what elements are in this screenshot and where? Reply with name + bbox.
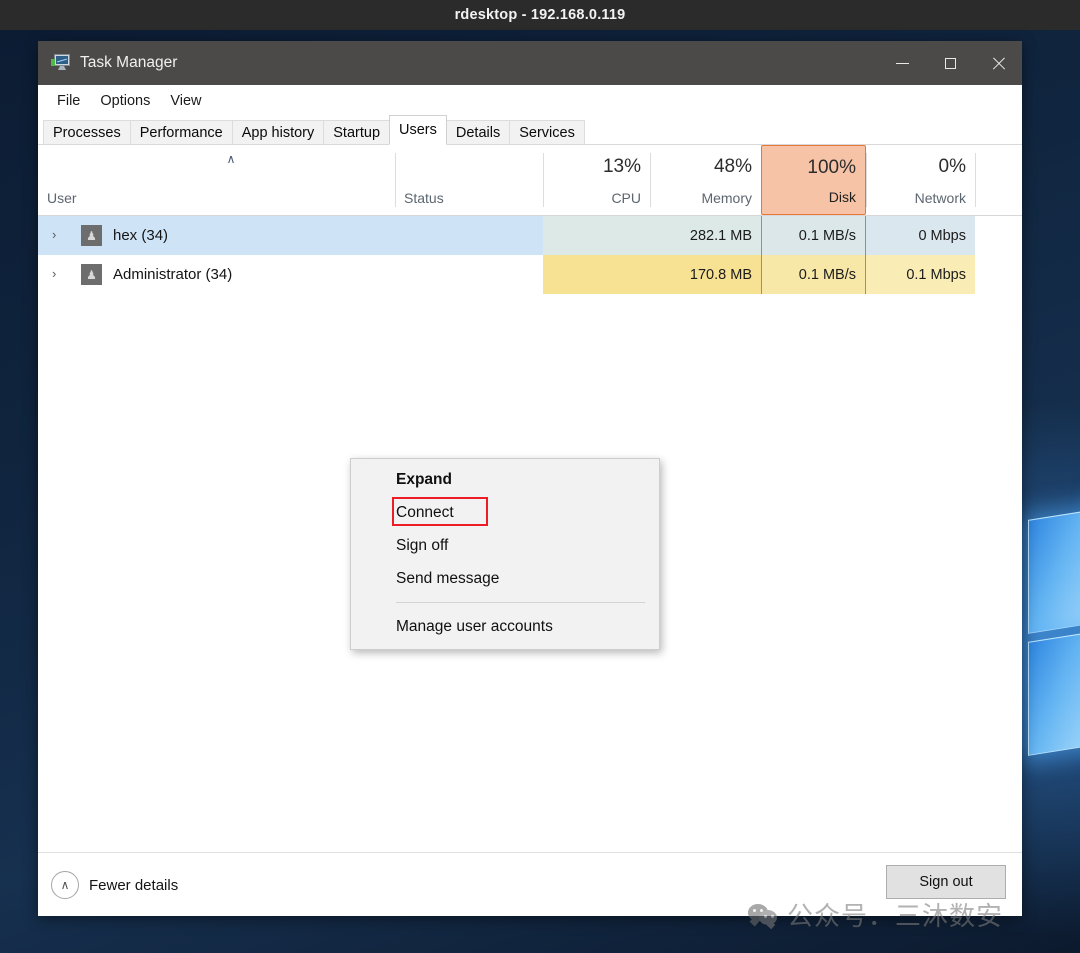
tab-bar: Processes Performance App history Startu… (38, 115, 1022, 145)
menu-bar: File Options View (38, 85, 1022, 116)
cell-memory: 282.1 MB (650, 216, 761, 255)
column-value-memory: 48% (713, 156, 752, 177)
row-user-area[interactable]: › ♟ hex (34) (38, 216, 543, 255)
user-avatar-icon: ♟ (81, 264, 102, 285)
table-header: ∧ User Status 13% CPU 48% Memory 100% Di… (38, 145, 1022, 216)
tab-app-history[interactable]: App history (231, 120, 325, 144)
cell-memory: 170.8 MB (650, 255, 761, 294)
column-label-status: Status (404, 190, 444, 206)
user-name-label: Administrator (34) (113, 266, 233, 283)
sign-out-button[interactable]: Sign out (886, 865, 1006, 899)
fewer-details-label: Fewer details (89, 876, 179, 894)
column-header-memory[interactable]: 48% Memory (650, 145, 761, 215)
column-label-disk: Disk (828, 189, 856, 205)
screen: rdesktop - 192.168.0.119 Task Manager Fi… (0, 0, 1080, 953)
wechat-icon (748, 903, 778, 927)
context-menu-item-send-message[interactable]: Send message (351, 562, 659, 595)
column-header-user[interactable]: ∧ User (38, 145, 395, 215)
task-manager-icon (51, 54, 71, 72)
cell-cpu (543, 255, 650, 294)
connect-highlight-box (392, 497, 488, 526)
context-menu-item-expand[interactable]: Expand (351, 463, 659, 496)
menu-view[interactable]: View (160, 90, 211, 112)
watermark: 公众号．三沐数安 (748, 896, 1003, 933)
context-menu: Expand Connect Sign off Send message Man… (350, 458, 660, 650)
task-manager-titlebar[interactable]: Task Manager (38, 41, 1022, 85)
user-avatar-icon: ♟ (81, 225, 102, 246)
menu-options[interactable]: Options (90, 90, 160, 112)
tab-services[interactable]: Services (509, 120, 585, 144)
chevron-up-circle-icon: ∧ (51, 871, 79, 899)
column-value-disk: 100% (807, 157, 856, 178)
table-body: › ♟ hex (34) 282.1 MB 0.1 MB/s 0 Mbps › … (38, 216, 1022, 794)
menu-file[interactable]: File (47, 90, 90, 112)
row-user-area[interactable]: › ♟ Administrator (34) (38, 255, 543, 294)
context-menu-item-connect[interactable]: Connect (351, 496, 659, 529)
windows-logo-wallpaper (1028, 496, 1080, 850)
logo-pane-1 (1028, 509, 1080, 634)
logo-pane-3 (1028, 631, 1080, 756)
tab-startup[interactable]: Startup (323, 120, 391, 144)
context-menu-separator (396, 602, 645, 603)
wallpaper-left-gradient (0, 60, 42, 953)
fewer-details-button[interactable]: ∧ Fewer details (51, 871, 178, 899)
column-label-cpu: CPU (611, 190, 641, 206)
user-name-label: hex (34) (113, 227, 169, 244)
expand-chevron-icon[interactable]: › (52, 267, 62, 281)
rdesktop-titlebar: rdesktop - 192.168.0.119 (0, 0, 1080, 30)
column-header-disk[interactable]: 100% Disk (761, 145, 866, 215)
sort-ascending-icon: ∧ (226, 152, 236, 166)
column-header-network[interactable]: 0% Network (866, 145, 975, 215)
rdesktop-title-text: rdesktop - 192.168.0.119 (454, 7, 626, 23)
cell-network: 0 Mbps (866, 216, 975, 255)
tab-performance[interactable]: Performance (129, 120, 233, 144)
column-label-network: Network (914, 190, 966, 206)
context-menu-item-manage-user-accounts[interactable]: Manage user accounts (351, 610, 659, 643)
column-label-user: User (47, 190, 77, 206)
table-row[interactable]: › ♟ hex (34) 282.1 MB 0.1 MB/s 0 Mbps (38, 216, 1022, 255)
table-row[interactable]: › ♟ Administrator (34) 170.8 MB 0.1 MB/s… (38, 255, 1022, 294)
column-value-network: 0% (938, 156, 966, 177)
cell-network: 0.1 Mbps (866, 255, 975, 294)
column-label-memory: Memory (701, 190, 752, 206)
sign-out-label: Sign out (919, 874, 973, 890)
minimize-button[interactable] (878, 41, 926, 85)
cell-cpu (543, 216, 650, 255)
tab-users[interactable]: Users (389, 115, 447, 145)
tab-processes[interactable]: Processes (43, 120, 131, 144)
column-header-status[interactable]: Status (395, 145, 543, 215)
tab-details[interactable]: Details (445, 120, 511, 144)
window-controls (878, 41, 1022, 85)
task-manager-window: Task Manager File Options View Processes… (38, 41, 1022, 916)
cell-disk: 0.1 MB/s (761, 216, 866, 255)
column-header-cpu[interactable]: 13% CPU (543, 145, 650, 215)
watermark-text: 公众号．三沐数安 (787, 902, 1004, 932)
context-menu-item-sign-off[interactable]: Sign off (351, 529, 659, 562)
column-header-spacer (975, 145, 1022, 215)
maximize-button[interactable] (926, 41, 974, 85)
column-value-cpu: 13% (602, 156, 641, 177)
close-button[interactable] (974, 41, 1022, 85)
cell-disk: 0.1 MB/s (761, 255, 866, 294)
window-title: Task Manager (80, 54, 178, 71)
expand-chevron-icon[interactable]: › (52, 228, 62, 242)
